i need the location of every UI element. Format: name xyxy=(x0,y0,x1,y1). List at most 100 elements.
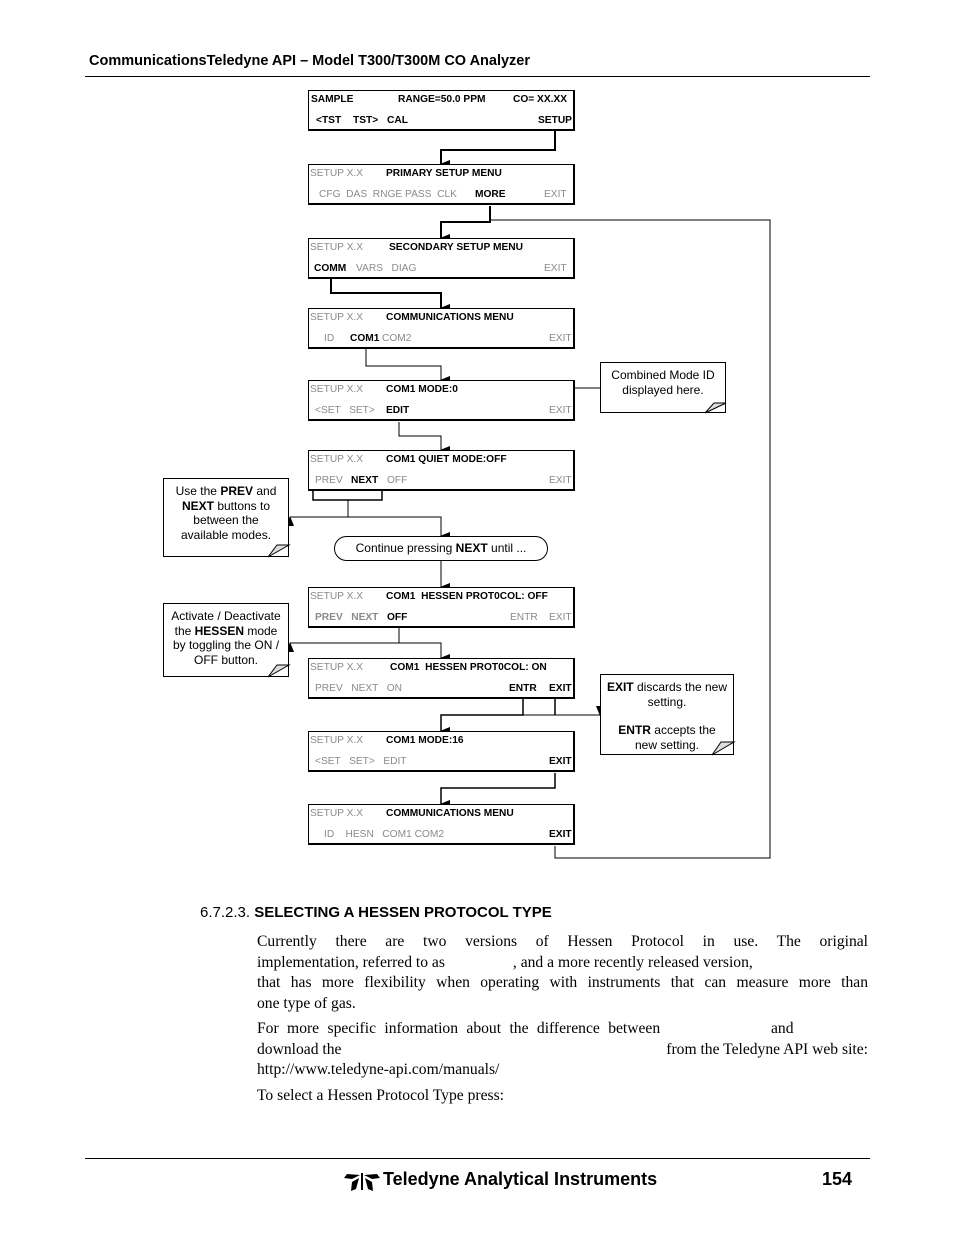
section-number: 6.7.2.3. xyxy=(200,904,251,921)
exit-button[interactable]: EXIT xyxy=(549,405,572,416)
menu-options[interactable]: CFG DAS RNGE PASS CLK xyxy=(319,189,457,200)
setup-button[interactable]: SETUP xyxy=(538,115,572,126)
set-edit-buttons[interactable]: <SET SET> EDIT xyxy=(315,756,407,767)
note-text: setting. xyxy=(647,694,687,709)
connector-more xyxy=(440,206,491,242)
screen-text: SETUP X.X xyxy=(310,168,364,179)
note-text: Use the xyxy=(175,484,221,498)
connector-setup xyxy=(440,131,556,168)
connector-com1 xyxy=(365,349,450,384)
display-screen-communications-menu: SETUP X.X COMMUNICATIONS MENU ID COM1 COM2 E… xyxy=(308,308,575,349)
exit-button[interactable]: EXIT xyxy=(549,756,572,767)
id-button[interactable]: ID xyxy=(324,333,334,344)
screen-title: SECONDARY SETUP MENU xyxy=(389,242,523,253)
screen-text: SETUP X.X xyxy=(310,735,364,746)
para-text: and xyxy=(771,1020,794,1037)
prev-button[interactable]: PREV xyxy=(315,475,343,486)
connector-off xyxy=(398,628,450,662)
edit-button[interactable]: EDIT xyxy=(386,405,409,416)
para-text: download the xyxy=(257,1040,342,1058)
display-screen-primary-setup: SETUP X.X PRIMARY SETUP MENU CFG DAS RNGE… xyxy=(308,164,575,205)
display-screen-com1-quiet-mode: SETUP X.X COM1 QUIET MODE:OFF PREV NEXT OFF… xyxy=(308,450,575,491)
menu-options[interactable]: VARS DIAG xyxy=(356,263,416,274)
screen-text: SETUP X.X xyxy=(310,312,364,323)
display-screen-hessen-on: SETUP X.X COM1 HESSEN PROT0COL: ON PREV N… xyxy=(308,658,575,699)
exit-button[interactable]: EXIT xyxy=(549,475,572,486)
exit-button[interactable]: EXIT xyxy=(549,612,572,623)
teledyne-logo-icon xyxy=(344,1173,380,1191)
callout-exit-entr: EXIT discards the new setting. ENTR acce… xyxy=(600,674,734,755)
connector-edit xyxy=(398,422,450,454)
para-text: , and a more recently released version, xyxy=(512,953,753,971)
para-text: For more specific information about the … xyxy=(257,1020,661,1037)
website-url[interactable]: http://www.teledyne-api.com/manuals/ xyxy=(257,1060,868,1081)
tst-prev-button[interactable]: <TST xyxy=(316,115,341,126)
set-buttons[interactable]: <SET SET> xyxy=(315,405,375,416)
off-toggle-button[interactable]: OFF xyxy=(387,612,407,623)
note-line: Combined Mode ID xyxy=(611,368,715,382)
section-heading: 6.7.2.3. SELECTING A HESSEN PROTOCOL TYP… xyxy=(200,904,552,921)
prev-next-buttons[interactable]: PREV NEXT xyxy=(315,612,378,623)
para-line: Currently there are two versions of Hess… xyxy=(257,933,868,950)
screen-text: SETUP X.X xyxy=(310,454,364,465)
para-text: from the Teledyne API web site: xyxy=(666,1040,868,1058)
screen-text: CO= XX.XX xyxy=(513,94,568,105)
display-screen-sample: SAMPLE RANGE=50.0 PPM CO= XX.XX <TST TST> CA… xyxy=(308,90,575,131)
screen-text: RANGE=50.0 PPM xyxy=(398,94,486,105)
note-text: EXIT xyxy=(606,680,634,694)
pill-text: NEXT xyxy=(455,541,488,555)
footer-rule xyxy=(85,1158,870,1159)
para-line: that has more flexibility when operating… xyxy=(257,974,868,991)
display-screen-hessen-off: SETUP X.X COM1 HESSEN PROT0COL: OFF PREV … xyxy=(308,587,575,628)
com2-button[interactable]: COM2 xyxy=(382,333,411,344)
menu-options[interactable]: ID HESN COM1 COM2 xyxy=(324,829,444,840)
screen-text: SETUP X.X xyxy=(310,384,364,395)
screen-title: PRIMARY SETUP MENU xyxy=(386,168,502,179)
note-text: HESSEN xyxy=(194,623,244,638)
exit-button[interactable]: EXIT xyxy=(549,829,572,840)
paragraph-hessen-versions: Currently there are two versions of Hess… xyxy=(257,932,868,1014)
paragraph-select-instruction: To select a Hessen Protocol Type press: xyxy=(257,1087,504,1104)
connector-exit xyxy=(440,773,556,808)
callout-combined-mode-id: Combined Mode ID displayed here. xyxy=(600,362,726,413)
exit-button[interactable]: EXIT xyxy=(544,263,567,274)
screen-text: SETUP X.X xyxy=(310,591,364,602)
note-text: by toggling the ON / xyxy=(172,638,280,653)
note-text: mode xyxy=(244,623,278,638)
exit-button[interactable]: EXIT xyxy=(549,683,572,694)
tst-next-button[interactable]: TST> xyxy=(353,115,378,126)
screen-text: SETUP X.X xyxy=(310,242,364,253)
pill-text: Continue pressing xyxy=(355,541,456,555)
display-screen-communications-menu-final: SETUP X.X COMMUNICATIONS MENU ID HESN COM… xyxy=(308,804,575,845)
callout-hessen-toggle: Activate / Deactivate the HESSEN mode by… xyxy=(163,603,289,677)
note-text: discards the new xyxy=(633,680,728,694)
cal-button[interactable]: CAL xyxy=(387,115,408,126)
comm-button[interactable]: COMM xyxy=(314,263,346,274)
display-screen-secondary-setup: SETUP X.X SECONDARY SETUP MENU COMM VARS D… xyxy=(308,238,575,279)
note-text: PREV xyxy=(220,484,254,498)
connector-prev-next xyxy=(347,500,450,540)
screen-title: COM1 HESSEN PROT0COL: OFF xyxy=(386,591,548,602)
continue-pressing-next-label: Continue pressing NEXT until ... xyxy=(334,536,548,561)
more-button[interactable]: MORE xyxy=(475,189,506,200)
display-screen-com1-mode-0: SETUP X.X COM1 MODE:0 <SET SET> EDIT EXIT xyxy=(308,380,575,421)
note-text: the xyxy=(174,623,195,638)
screen-text: SETUP X.X xyxy=(310,808,364,819)
pill-text: until ... xyxy=(487,541,527,555)
com1-button[interactable]: COM1 xyxy=(350,333,379,344)
note-text: available modes. xyxy=(180,527,272,542)
para-text: implementation, referred to as xyxy=(257,953,445,971)
prev-next-on-buttons[interactable]: PREV NEXT ON xyxy=(315,683,402,694)
note-text: buttons to xyxy=(213,498,271,513)
entr-button[interactable]: ENTR xyxy=(509,683,537,694)
entr-button[interactable]: ENTR xyxy=(510,612,538,623)
note-text: NEXT xyxy=(181,498,214,513)
note-text: and xyxy=(253,484,277,498)
note-text: Activate / Deactivate xyxy=(171,609,281,623)
exit-button[interactable]: EXIT xyxy=(544,189,567,200)
exit-button[interactable]: EXIT xyxy=(549,333,572,344)
next-button[interactable]: NEXT xyxy=(351,475,378,486)
screen-title: COMMUNICATIONS MENU xyxy=(386,312,514,323)
screen-title: COM1 QUIET MODE:OFF xyxy=(386,454,507,465)
callout-prev-next: Use the PREV and NEXT buttons to between… xyxy=(163,478,289,557)
